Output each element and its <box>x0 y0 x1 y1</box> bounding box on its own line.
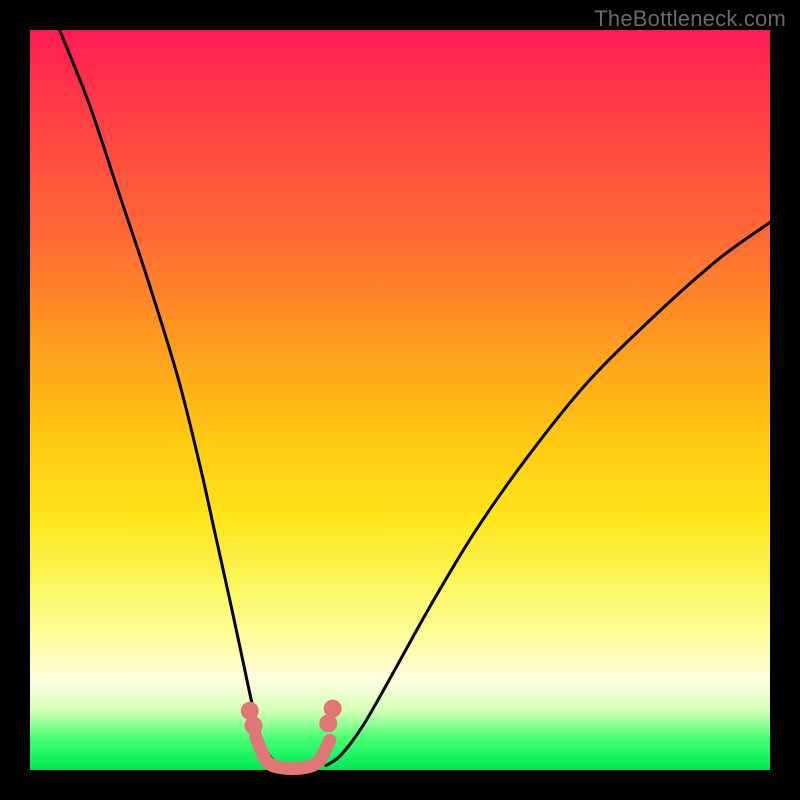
plot-area <box>30 30 770 770</box>
series-valley-arc <box>256 737 330 769</box>
marker-left-dot-2 <box>244 717 262 735</box>
series-left-curve <box>60 30 282 766</box>
marker-right-dot-2 <box>324 700 342 718</box>
series-right-curve <box>326 222 770 765</box>
curve-layer <box>30 30 770 770</box>
watermark-text: TheBottleneck.com <box>594 6 786 32</box>
chart-frame: TheBottleneck.com <box>0 0 800 800</box>
